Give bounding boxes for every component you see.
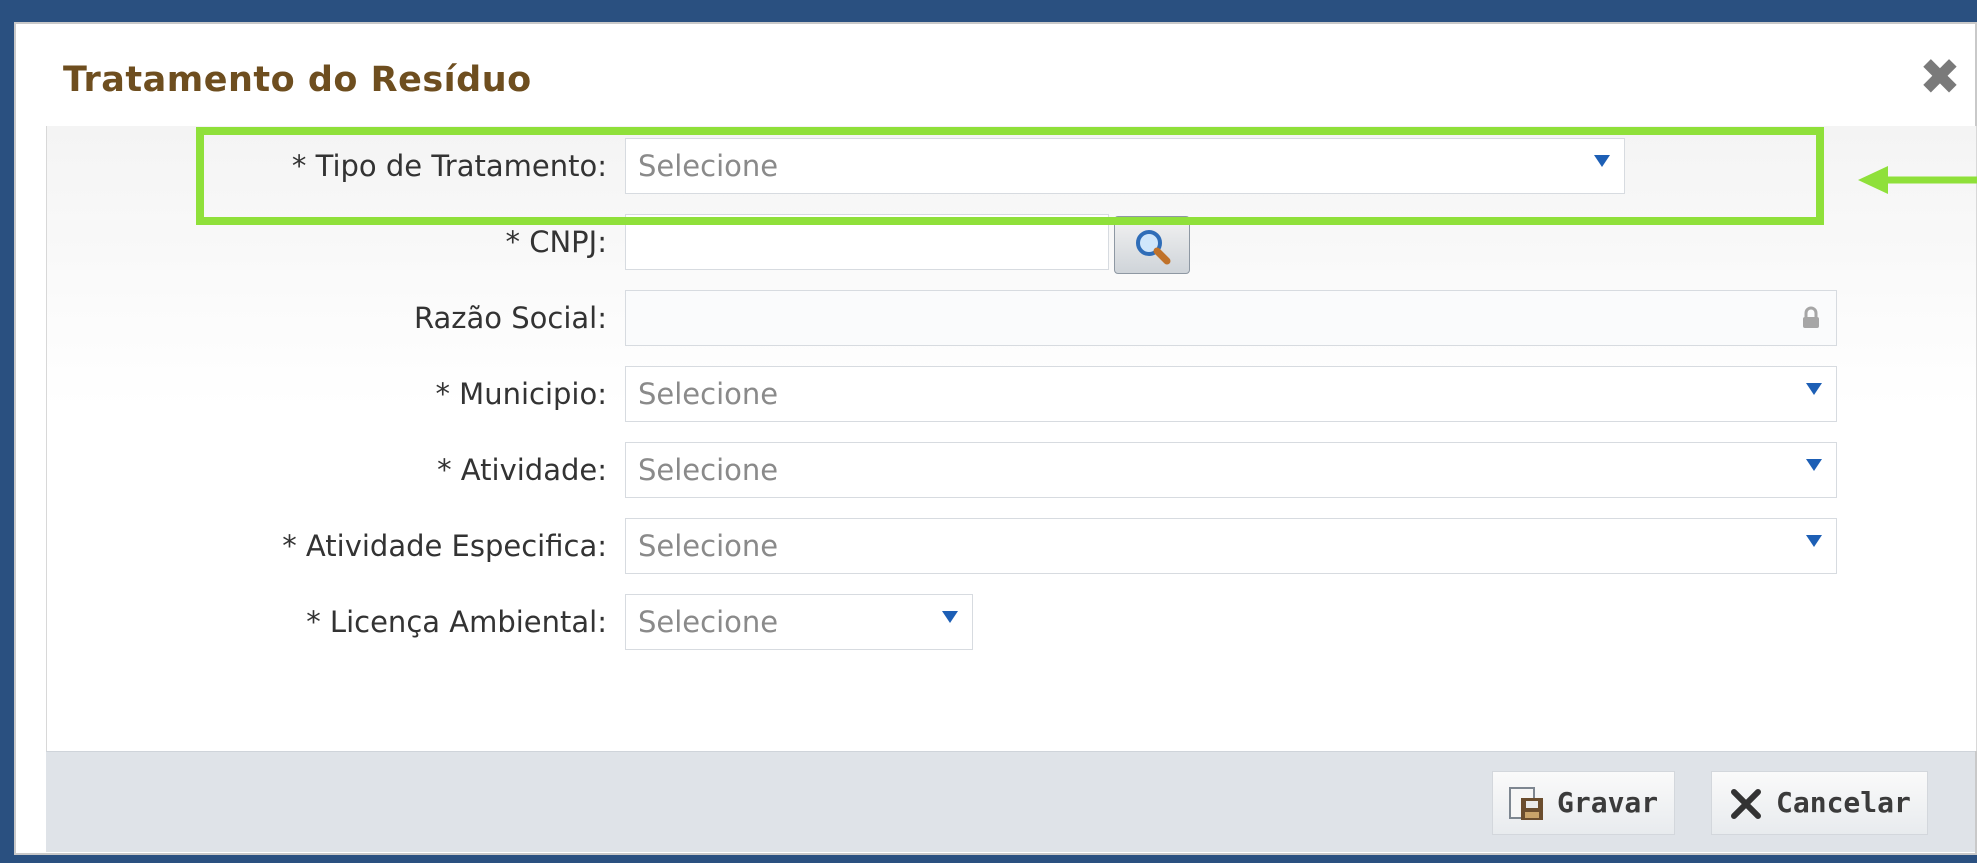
municipio-select[interactable]: Selecione (625, 366, 1837, 422)
row-razao-social: Razão Social: (47, 288, 1976, 348)
save-button[interactable]: Gravar (1492, 771, 1676, 835)
atividade-especifica-select[interactable]: Selecione (625, 518, 1837, 574)
atividade-value: Selecione (638, 453, 779, 487)
atividade-label: * Atividade: (437, 453, 607, 487)
row-municipio: * Municipio: Selecione (47, 364, 1976, 424)
dropdown-arrow-icon[interactable] (1806, 459, 1822, 471)
dropdown-arrow-icon[interactable] (1806, 535, 1822, 547)
licenca-ambiental-value: Selecione (638, 605, 779, 639)
row-licenca-ambiental: * Licença Ambiental: Selecione (47, 592, 1976, 652)
dialog-title: Tratamento do Resíduo (63, 60, 532, 100)
licenca-ambiental-label: * Licença Ambiental: (306, 605, 607, 639)
municipio-value: Selecione (638, 377, 779, 411)
licenca-ambiental-select[interactable]: Selecione (625, 594, 973, 650)
search-icon (1136, 230, 1171, 265)
lock-icon (1803, 306, 1819, 328)
atividade-select[interactable]: Selecione (625, 442, 1837, 498)
arrow-pointer-icon (1858, 166, 1977, 194)
dialog-titlebar: Tratamento do Resíduo ✖ (16, 24, 1975, 126)
dropdown-arrow-icon[interactable] (942, 611, 958, 623)
row-atividade-especifica: * Atividade Especifica: Selecione (47, 516, 1976, 576)
razao-social-input (625, 290, 1837, 346)
atividade-especifica-value: Selecione (638, 529, 779, 563)
municipio-label: * Municipio: (435, 377, 607, 411)
dialog-footer: Gravar Cancelar (46, 751, 1975, 852)
dropdown-arrow-icon[interactable] (1806, 383, 1822, 395)
save-label: Gravar (1557, 786, 1659, 819)
close-icon[interactable]: ✖ (1915, 52, 1965, 102)
cancel-icon (1731, 789, 1761, 819)
atividade-especifica-label: * Atividade Especifica: (282, 529, 607, 563)
save-icon (1509, 787, 1543, 820)
razao-social-label: Razão Social: (414, 301, 607, 335)
cancel-button[interactable]: Cancelar (1711, 771, 1928, 835)
highlight-box (196, 127, 1824, 225)
row-atividade: * Atividade: Selecione (47, 440, 1976, 500)
cancel-label: Cancelar (1776, 786, 1911, 819)
